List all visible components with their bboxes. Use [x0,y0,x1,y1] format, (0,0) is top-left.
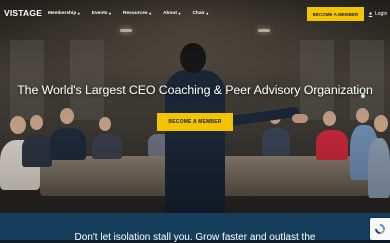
become-member-button[interactable]: BECOME A MEMBER [307,7,364,21]
menu-item-resources[interactable]: Resources ▾ [123,11,151,16]
menu-item-chair[interactable]: Chair ▾ [192,11,208,16]
intro-text: Don't let isolation stall you. Grow fast… [74,232,316,243]
recaptcha-icon [375,224,385,234]
menu-item-label: Membership [48,11,77,16]
carousel-dot[interactable] [361,94,365,98]
chevron-down-icon: ▾ [77,11,80,16]
chevron-down-icon: ▾ [178,11,181,16]
hero-headline: The World's Largest CEO Coaching & Peer … [17,83,373,97]
menu-item-label: Chair [192,11,205,16]
chevron-down-icon: ▾ [109,11,112,16]
hero-become-member-button[interactable]: BECOME A MEMBER [157,113,233,131]
menu-item-about[interactable]: About ▾ [163,11,180,16]
vistage-logo[interactable]: VISTAGE [4,8,42,18]
login-label: Login [375,11,388,17]
menu-item-events[interactable]: Events ▾ [92,11,111,16]
hero-overlay [0,0,390,213]
chevron-down-icon: ▾ [206,11,209,16]
chevron-down-icon: ▾ [149,11,152,16]
menu-item-membership[interactable]: Membership ▾ [48,11,80,16]
menu-item-label: Resources [123,11,148,16]
menu-item-label: About [163,11,177,16]
login-link[interactable]: Login [368,11,387,17]
recaptcha-badge[interactable] [370,218,390,240]
menu-item-label: Events [91,11,108,16]
user-icon [368,11,373,17]
main-menu: Membership ▾ Events ▾ Resources ▾ About … [48,11,220,16]
top-nav: VISTAGE Membership ▾ Events ▾ Resources … [0,0,390,30]
